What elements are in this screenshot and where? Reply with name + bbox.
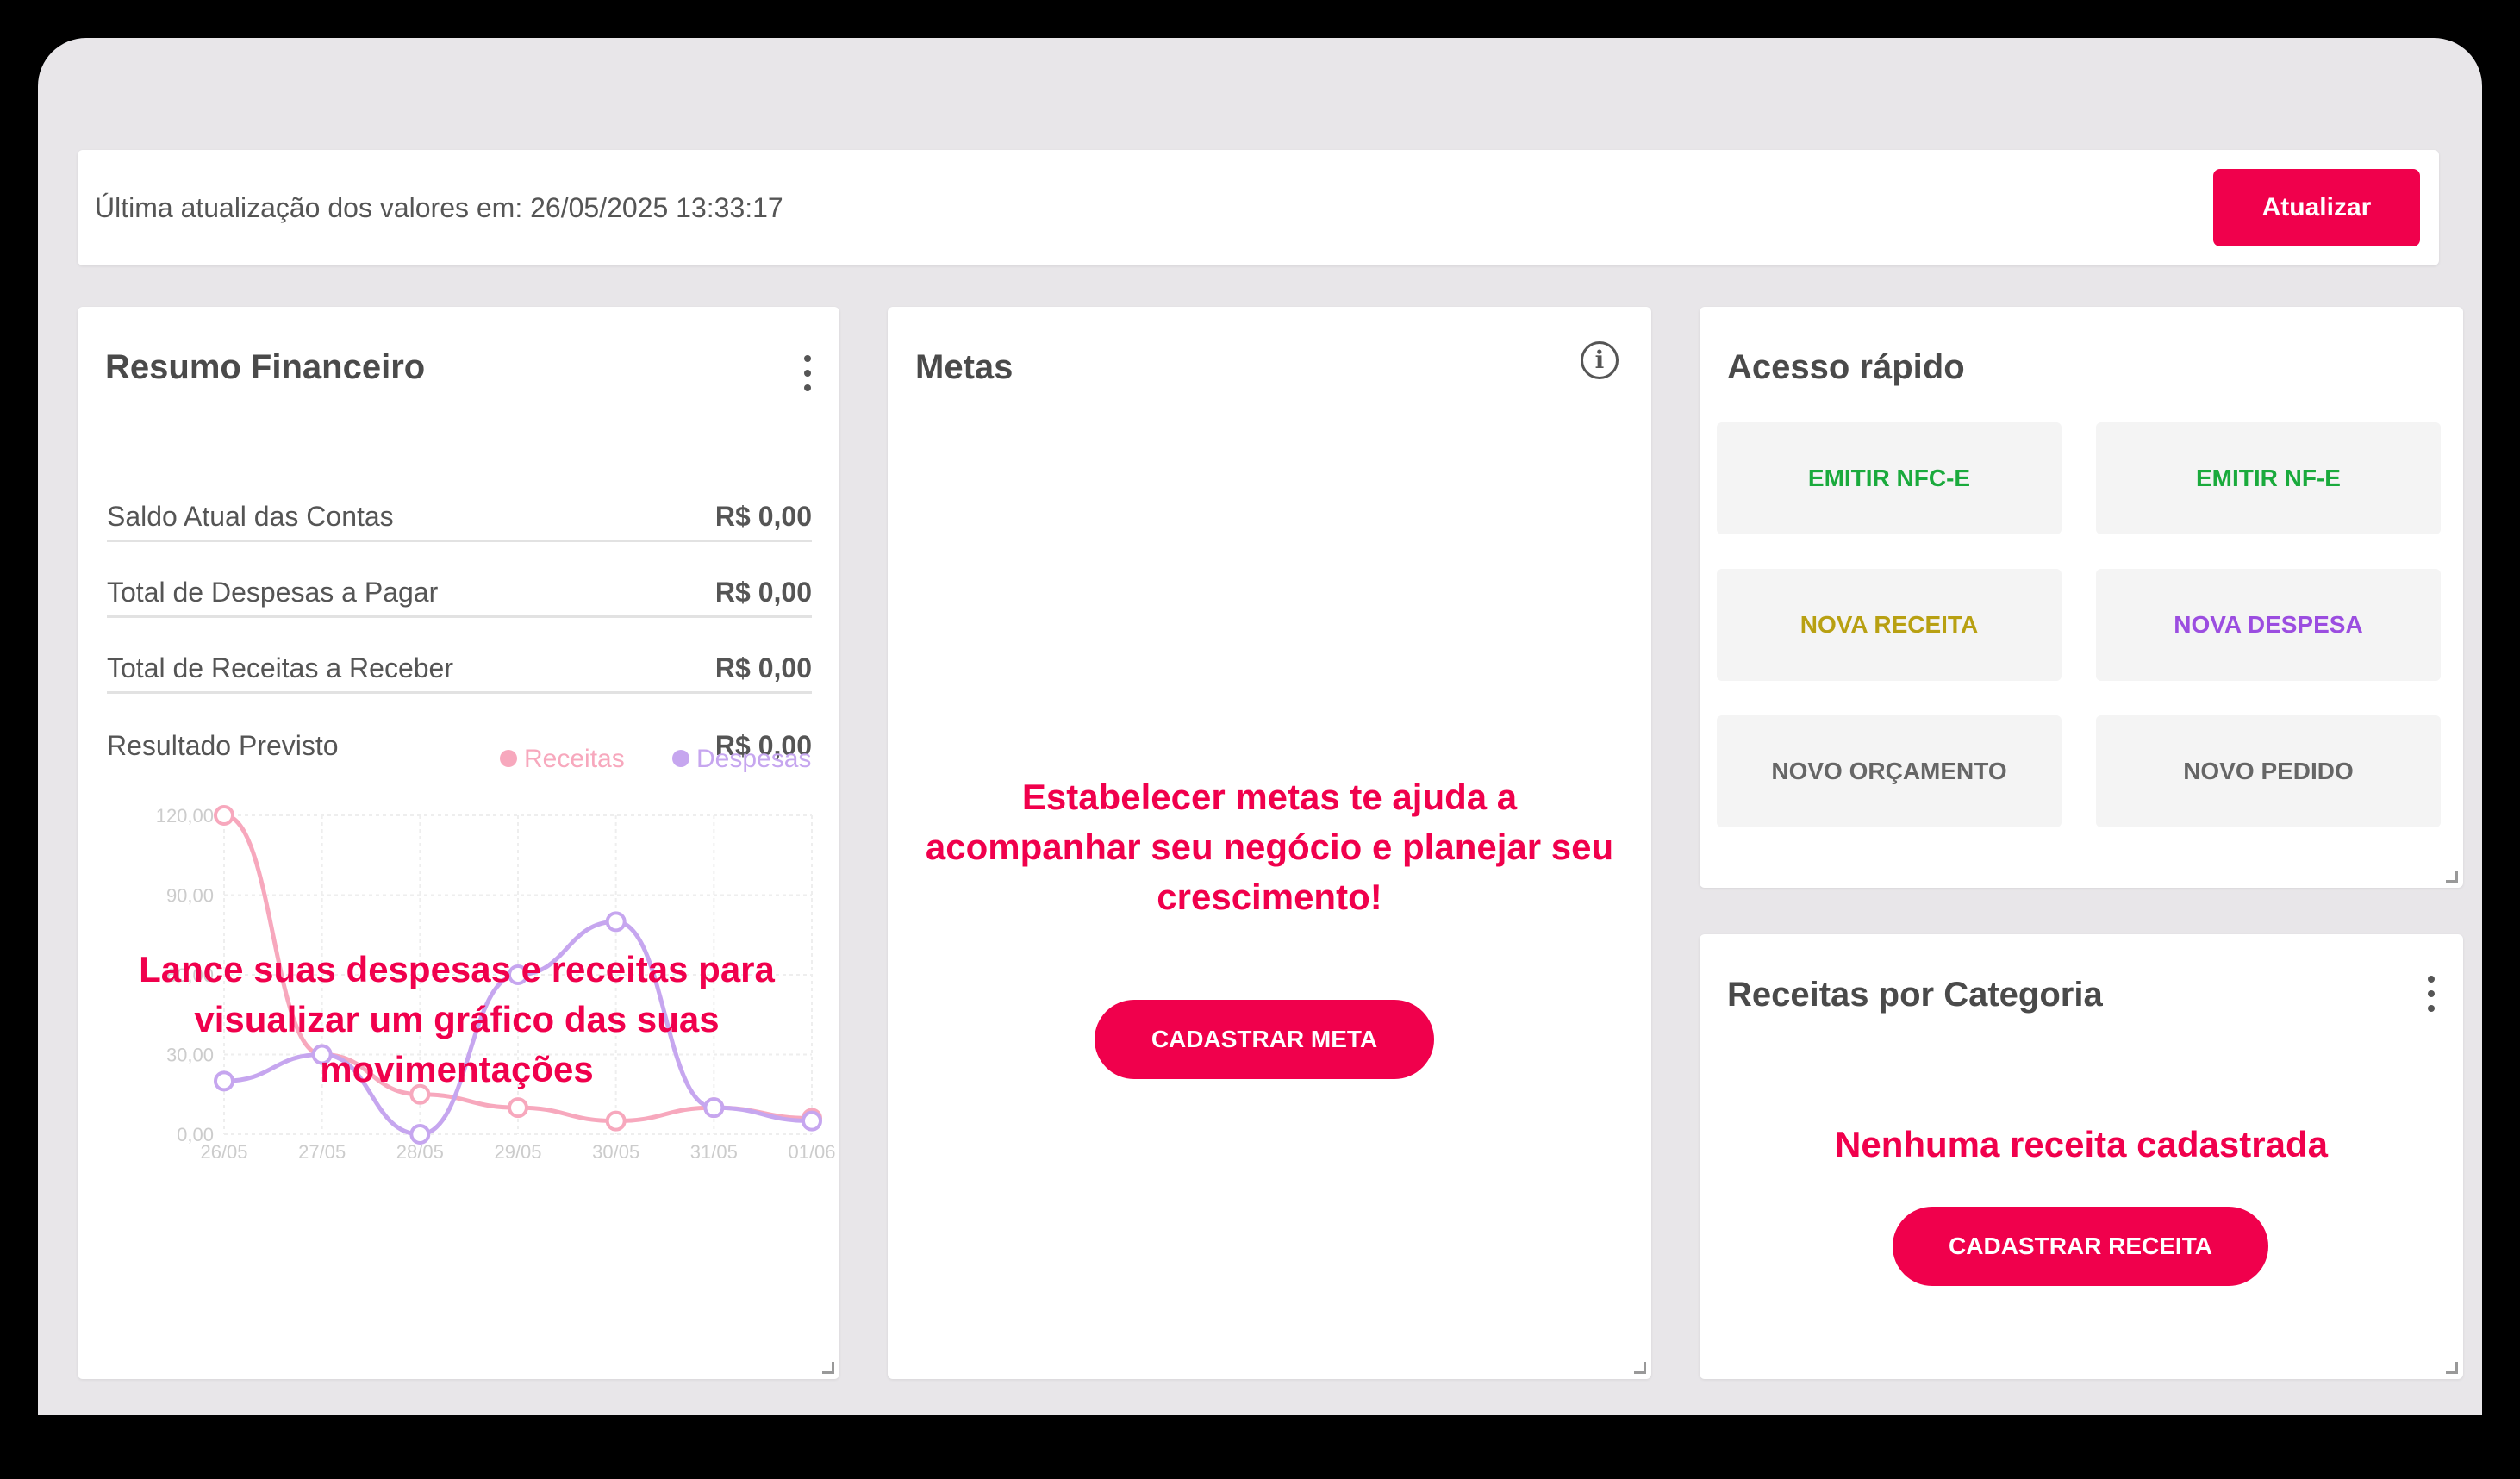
summary-value: R$ 0,00 (714, 652, 812, 683)
legend-label: Despesas (696, 745, 811, 773)
goals-title: Metas (915, 348, 1014, 386)
data-point (605, 1110, 627, 1132)
new-income-button[interactable]: NOVA RECEITA (1717, 569, 2062, 681)
data-point (605, 911, 627, 933)
register-income-button[interactable]: CADASTRAR RECEITA (1893, 1207, 2268, 1286)
data-point (508, 1097, 528, 1119)
summary-label: Total de Receitas a Receber (107, 652, 453, 683)
issue-nfce-button[interactable]: EMITIR NFC-E (1717, 422, 2062, 534)
new-order-button[interactable]: NOVO PEDIDO (2096, 715, 2441, 827)
kebab-menu-icon[interactable] (795, 352, 820, 395)
update-bar: Última atualização dos valores em: 26/05… (78, 150, 2439, 265)
x-tick-label: 30/05 (592, 1141, 639, 1163)
resize-handle[interactable] (2446, 871, 2458, 883)
data-point (802, 1110, 822, 1132)
update-button[interactable]: Atualizar (2213, 169, 2420, 246)
summary-label: Resultado Previsto (107, 730, 339, 761)
summary-value: R$ 0,00 (714, 501, 812, 532)
quick-access-title: Acesso rápido (1727, 348, 1965, 386)
summary-row-balance: Saldo Atual das Contas R$ 0,00 (107, 471, 812, 542)
income-empty-message: Nenhuma receita cadastrada (1835, 1124, 2328, 1164)
x-tick-label: 01/06 (788, 1141, 835, 1163)
chart-empty-message: Lance suas despesas e receitas para visu… (139, 949, 775, 1089)
x-tick-label: 27/05 (298, 1141, 346, 1163)
y-tick-label: 120,00 (156, 805, 214, 827)
resize-handle[interactable] (822, 1362, 834, 1374)
goals-card: Metas i Estabelecer metas te ajuda a aco… (888, 307, 1651, 1379)
y-tick-label: 90,00 (166, 885, 214, 907)
income-by-category-card: Receitas por Categoria Nenhuma receita c… (1700, 934, 2463, 1379)
financial-summary-title: Resumo Financeiro (105, 348, 426, 386)
x-tick-label: 26/05 (200, 1141, 247, 1163)
resize-handle[interactable] (2446, 1362, 2458, 1374)
summary-label: Saldo Atual das Contas (107, 501, 394, 532)
app-frame: Última atualização dos valores em: 26/05… (38, 38, 2482, 1415)
summary-row-receivables: Total de Receitas a Receber R$ 0,00 (107, 622, 812, 694)
income-by-category-title: Receitas por Categoria (1727, 976, 2103, 1014)
kebab-menu-icon[interactable] (2418, 972, 2444, 1015)
legend-marker (672, 750, 689, 767)
financial-summary-card: Resumo Financeiro Saldo Atual das Contas… (78, 307, 839, 1379)
data-point (409, 1124, 431, 1145)
data-point (703, 1097, 725, 1119)
legend-marker (500, 750, 517, 767)
data-point (214, 805, 234, 826)
summary-row-expenses: Total de Despesas a Pagar R$ 0,00 (107, 546, 812, 618)
resize-handle[interactable] (1634, 1362, 1646, 1374)
x-tick-label: 31/05 (690, 1141, 738, 1163)
issue-nfe-button[interactable]: EMITIR NF-E (2096, 422, 2441, 534)
new-quote-button[interactable]: NOVO ORÇAMENTO (1717, 715, 2062, 827)
register-goal-button[interactable]: CADASTRAR META (1095, 1000, 1434, 1079)
quick-access-card: Acesso rápido EMITIR NFC-E EMITIR NF-E N… (1700, 307, 2463, 888)
x-tick-label: 29/05 (494, 1141, 541, 1163)
summary-label: Total de Despesas a Pagar (107, 577, 439, 608)
last-update-text: Última atualização dos valores em: 26/05… (95, 192, 783, 223)
goals-empty-message: Estabelecer metas te ajuda a acompanhar … (925, 777, 1614, 917)
info-icon[interactable]: i (1581, 341, 1619, 379)
new-expense-button[interactable]: NOVA DESPESA (2096, 569, 2441, 681)
legend-label: Receitas (524, 745, 625, 773)
summary-value: R$ 0,00 (714, 577, 812, 608)
